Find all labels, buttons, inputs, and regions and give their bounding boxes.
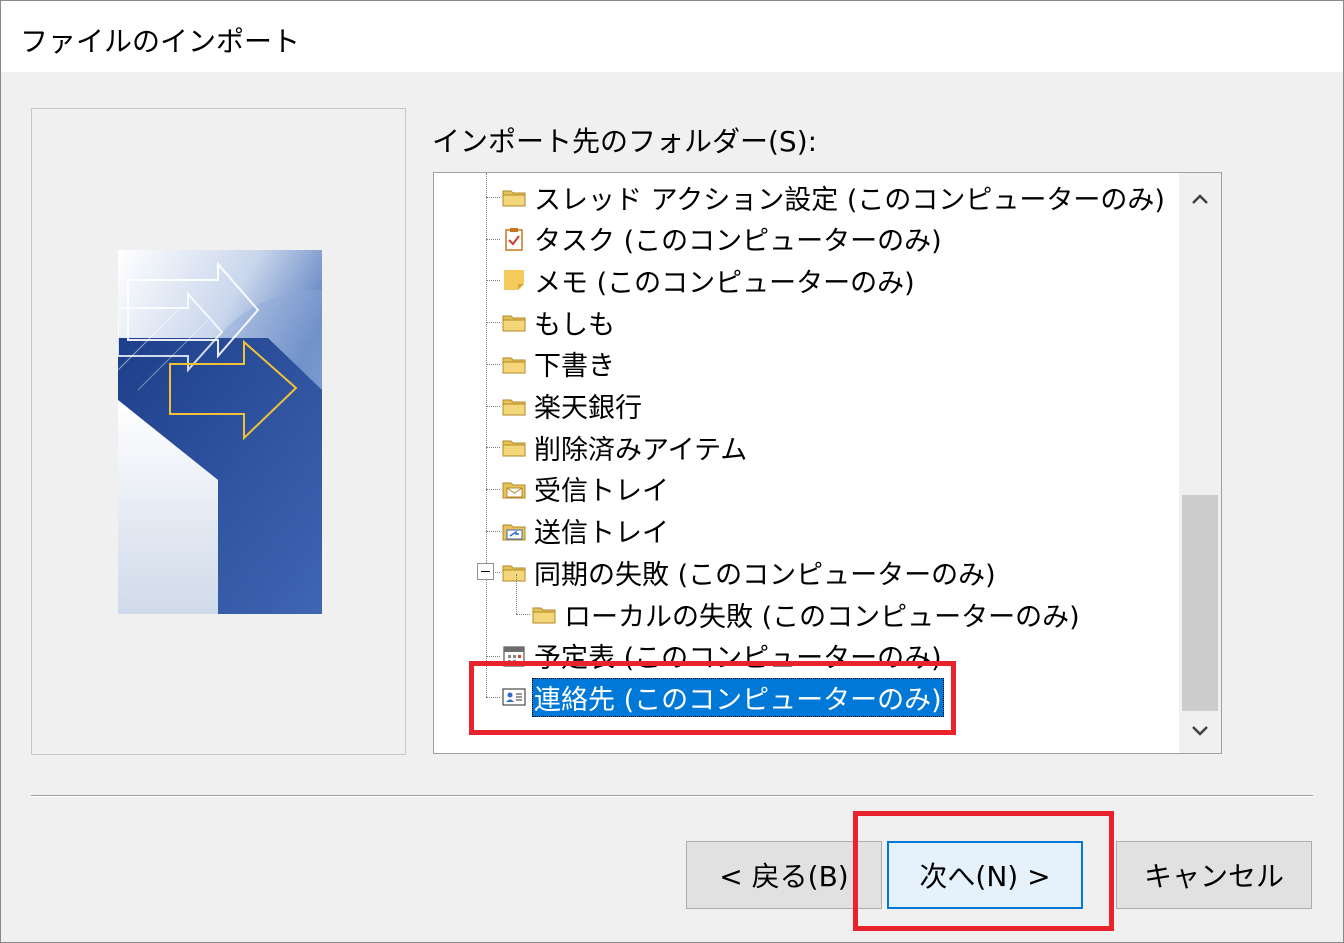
tree-item[interactable]: 下書き bbox=[502, 344, 617, 384]
vertical-scrollbar[interactable] bbox=[1179, 173, 1221, 753]
next-button[interactable]: 次へ(N) > bbox=[887, 841, 1083, 909]
tree-item-label: もしも bbox=[534, 309, 615, 341]
tree-item-label: メモ (このコンピューターのみ) bbox=[534, 267, 915, 299]
tree-item[interactable]: 削除済みアイテム bbox=[502, 427, 749, 467]
outbox-folder-icon bbox=[502, 519, 526, 543]
inbox-folder-icon bbox=[502, 477, 526, 501]
tree-item[interactable]: スレッド アクション設定 (このコンピューターのみ) bbox=[502, 177, 1167, 217]
folder-icon bbox=[502, 435, 526, 459]
contacts-icon bbox=[502, 685, 526, 709]
tree-item-label: ローカルの失敗 (このコンピューターのみ) bbox=[564, 601, 1080, 633]
tree-connector-line bbox=[486, 405, 500, 407]
tree-connector-line bbox=[486, 238, 500, 240]
folder-icon bbox=[502, 310, 526, 334]
tree-item[interactable]: ローカルの失敗 (このコンピューターのみ) bbox=[532, 594, 1082, 634]
wizard-image-panel bbox=[31, 108, 406, 755]
task-icon bbox=[502, 227, 526, 251]
folder-tree-content: スレッド アクション設定 (このコンピューターのみ) タスク (このコンピューター… bbox=[434, 173, 1179, 753]
tree-item-label: 削除済みアイテム bbox=[534, 434, 748, 466]
tree-connector-line bbox=[486, 322, 500, 324]
tree-item-label: 送信トレイ bbox=[534, 518, 669, 550]
scroll-down-arrow-icon[interactable] bbox=[1179, 711, 1221, 751]
tree-item-label: 同期の失敗 (このコンピューターのみ) bbox=[534, 559, 996, 591]
folder-icon bbox=[532, 602, 556, 626]
tree-item-label: 予定表 (このコンピューターのみ) bbox=[534, 643, 942, 675]
tree-item-label: スレッド アクション設定 (このコンピューターのみ) bbox=[534, 184, 1165, 216]
folder-icon bbox=[502, 185, 526, 209]
collapse-toggle-icon[interactable] bbox=[477, 563, 494, 581]
tree-item-label: 連絡先 (このコンピューターのみ) bbox=[532, 677, 944, 717]
import-wizard-illustration bbox=[118, 250, 322, 614]
tree-item[interactable]: 受信トレイ bbox=[502, 469, 671, 509]
tree-item[interactable]: 楽天銀行 bbox=[502, 386, 644, 426]
tree-connector-line bbox=[486, 488, 500, 490]
tree-item-label: タスク (このコンピューターのみ) bbox=[534, 226, 942, 258]
import-folder-label: インポート先のフォルダー(S): bbox=[432, 125, 818, 158]
tree-item[interactable]: タスク (このコンピューターのみ) bbox=[502, 219, 944, 259]
folder-icon bbox=[502, 560, 526, 584]
scroll-thumb[interactable] bbox=[1182, 495, 1218, 711]
tree-item[interactable]: もしも bbox=[502, 302, 617, 342]
calendar-icon bbox=[502, 644, 526, 668]
tree-item-label: 受信トレイ bbox=[534, 476, 669, 508]
tree-item[interactable]: 連絡先 (このコンピューターのみ) bbox=[502, 677, 944, 717]
folder-tree[interactable]: スレッド アクション設定 (このコンピューターのみ) タスク (このコンピューター… bbox=[433, 172, 1222, 754]
tree-item-label: 下書き bbox=[534, 351, 615, 383]
tree-connector-line bbox=[486, 197, 500, 198]
tree-connector-line bbox=[516, 614, 530, 615]
folder-icon bbox=[502, 394, 526, 418]
separator-line bbox=[31, 795, 1313, 797]
dialog-title: ファイルのインポート bbox=[20, 25, 301, 58]
tree-item-label: 楽天銀行 bbox=[534, 393, 642, 424]
tree-item[interactable]: 送信トレイ bbox=[502, 511, 671, 551]
tree-item[interactable]: 予定表 (このコンピューターのみ) bbox=[502, 636, 944, 676]
tree-connector-line bbox=[486, 655, 500, 657]
tree-connector-line bbox=[486, 280, 500, 282]
cancel-button[interactable]: キャンセル bbox=[1116, 841, 1312, 909]
folder-icon bbox=[502, 352, 526, 376]
tree-connector-line bbox=[486, 173, 487, 698]
tree-item[interactable]: メモ (このコンピューターのみ) bbox=[502, 260, 917, 300]
tree-connector-line bbox=[486, 447, 500, 449]
tree-connector-line bbox=[516, 574, 517, 614]
title-bar: ファイルのインポート bbox=[0, 0, 1344, 72]
tree-connector-line bbox=[486, 697, 500, 699]
tree-item[interactable]: 同期の失敗 (このコンピューターのみ) bbox=[502, 552, 998, 592]
scroll-up-arrow-icon[interactable] bbox=[1179, 179, 1221, 219]
back-button[interactable]: < 戻る(B) bbox=[686, 841, 882, 909]
note-icon bbox=[502, 268, 526, 292]
tree-connector-line bbox=[486, 530, 500, 532]
tree-connector-line bbox=[486, 363, 500, 365]
